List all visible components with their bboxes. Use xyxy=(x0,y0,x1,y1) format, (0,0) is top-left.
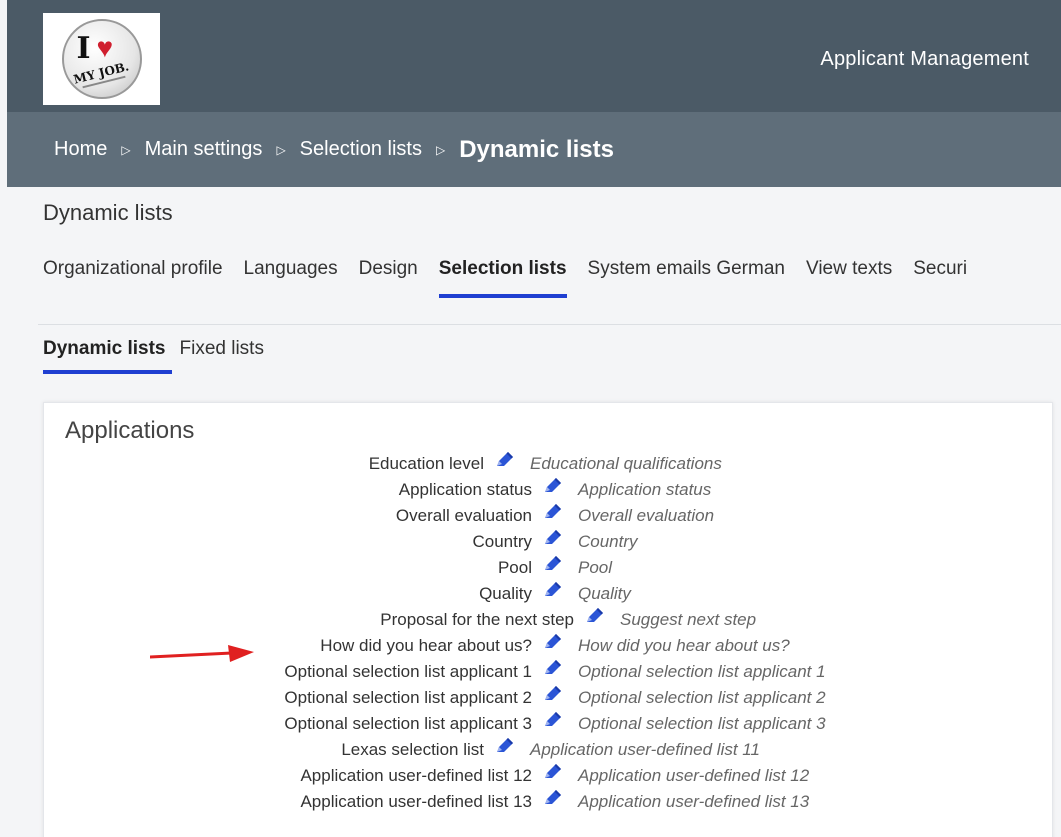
page-title: Dynamic lists xyxy=(43,200,173,225)
subtab-fixed-lists[interactable]: Fixed lists xyxy=(180,338,264,374)
edit-pencil-icon[interactable] xyxy=(542,529,562,547)
row-label: Pool xyxy=(497,558,532,577)
tab-design[interactable]: Design xyxy=(359,258,418,298)
edit-pencil-icon[interactable] xyxy=(542,659,562,677)
breadcrumb-home[interactable]: Home xyxy=(54,138,107,161)
tab-organizational-profile[interactable]: Organizational profile xyxy=(43,258,223,298)
red-arrow-icon xyxy=(150,645,254,662)
breadcrumb-separator-icon: ▷ xyxy=(276,142,286,157)
card-title: Applications xyxy=(65,417,195,444)
edit-pencil-icon[interactable] xyxy=(542,789,562,807)
logo-badge: I ♥ MY JOB. xyxy=(61,19,142,99)
tab-system-emails-german[interactable]: System emails German xyxy=(588,258,785,298)
breadcrumb-main-settings[interactable]: Main settings xyxy=(145,138,263,161)
edit-pencil-icon[interactable] xyxy=(542,555,562,573)
edit-pencil-icon[interactable] xyxy=(542,711,562,729)
selection-list-row: Overall evaluation Overall evaluation xyxy=(44,503,944,529)
selection-list-row: Country Country xyxy=(44,529,944,555)
row-description: Application status xyxy=(578,480,712,499)
row-label: Education level xyxy=(368,454,484,473)
row-description: Pool xyxy=(578,558,613,577)
selection-list-row: Application status Application status xyxy=(44,477,944,503)
row-label: Proposal for the next step xyxy=(380,610,574,629)
tabs-divider xyxy=(38,324,1061,325)
row-label: Application status xyxy=(398,480,532,499)
edit-pencil-icon[interactable] xyxy=(494,451,514,469)
row-description: Overall evaluation xyxy=(578,506,715,525)
tab-security[interactable]: Securi xyxy=(913,258,967,298)
app-title: Applicant Management xyxy=(820,48,1029,70)
selection-list-row: Pool Pool xyxy=(44,555,944,581)
edit-pencil-icon[interactable] xyxy=(542,503,562,521)
row-label: Overall evaluation xyxy=(395,506,532,525)
row-description: How did you hear about us? xyxy=(578,636,790,655)
row-label: Optional selection list applicant 2 xyxy=(284,688,532,707)
top-header: I ♥ MY JOB. Applicant Management xyxy=(7,0,1061,112)
selection-list-row: Application user-defined list 12 Applicat… xyxy=(44,763,944,789)
row-description: Suggest next step xyxy=(620,610,757,629)
edit-pencil-icon[interactable] xyxy=(542,685,562,703)
breadcrumb: Home ▷ Main settings ▷ Selection lists ▷… xyxy=(7,112,1061,187)
row-description: Optional selection list applicant 3 xyxy=(578,714,826,733)
row-label: Application user-defined list 12 xyxy=(300,766,532,785)
selection-list-row: Lexas selection list Application user-def… xyxy=(44,737,944,763)
edit-pencil-icon[interactable] xyxy=(542,633,562,651)
selection-list-row: Quality Quality xyxy=(44,581,944,607)
row-description: Application user-defined list 12 xyxy=(578,766,810,785)
tab-view-texts[interactable]: View texts xyxy=(806,258,892,298)
selection-list-row: Optional selection list applicant 3 Optio… xyxy=(44,711,944,737)
selection-list-row: Optional selection list applicant 2 Optio… xyxy=(44,685,944,711)
row-label: Application user-defined list 13 xyxy=(300,792,532,811)
edit-pencil-icon[interactable] xyxy=(494,737,514,755)
row-description: Application user-defined list 11 xyxy=(530,740,760,759)
list-type-tabs: Dynamic lists Fixed lists xyxy=(43,338,278,374)
row-description: Optional selection list applicant 1 xyxy=(578,662,826,681)
selection-list-row: Education level Educational qualification… xyxy=(44,451,944,477)
row-description: Application user-defined list 13 xyxy=(578,792,810,811)
selection-list-rows: Education level Educational qualification… xyxy=(44,451,944,815)
selection-list-row: Application user-defined list 13 Applicat… xyxy=(44,789,944,815)
breadcrumb-separator-icon: ▷ xyxy=(121,142,131,157)
row-description: Optional selection list applicant 2 xyxy=(578,688,826,707)
edit-pencil-icon[interactable] xyxy=(542,477,562,495)
tab-selection-lists[interactable]: Selection lists xyxy=(438,258,567,298)
row-label: Lexas selection list xyxy=(341,740,484,759)
edit-pencil-icon[interactable] xyxy=(542,763,562,781)
tab-languages[interactable]: Languages xyxy=(244,258,338,298)
settings-tabs: Organizational profile Languages Design … xyxy=(43,258,988,298)
row-description: Quality xyxy=(578,584,631,603)
company-logo[interactable]: I ♥ MY JOB. xyxy=(43,13,160,105)
row-label: How did you hear about us? xyxy=(320,636,532,655)
row-label: Quality xyxy=(479,584,532,603)
row-description: Educational qualifications xyxy=(530,454,722,473)
row-label: Optional selection list applicant 1 xyxy=(284,662,532,681)
row-label: Country xyxy=(472,532,532,551)
page: I ♥ MY JOB. Applicant Management Home ▷ … xyxy=(0,0,1061,837)
row-description: Country xyxy=(578,532,638,551)
breadcrumb-current: Dynamic lists xyxy=(459,135,614,163)
edit-pencil-icon[interactable] xyxy=(584,607,604,625)
breadcrumb-selection-lists[interactable]: Selection lists xyxy=(300,138,422,161)
selection-list-row: Proposal for the next step Suggest next s… xyxy=(44,607,944,633)
applications-card: Applications Education level Educational … xyxy=(43,402,1053,837)
row-label: Optional selection list applicant 3 xyxy=(284,714,532,733)
subtab-dynamic-lists[interactable]: Dynamic lists xyxy=(43,338,171,374)
heart-icon: ♥ xyxy=(96,32,114,63)
edit-pencil-icon[interactable] xyxy=(542,581,562,599)
breadcrumb-separator-icon: ▷ xyxy=(435,142,446,157)
